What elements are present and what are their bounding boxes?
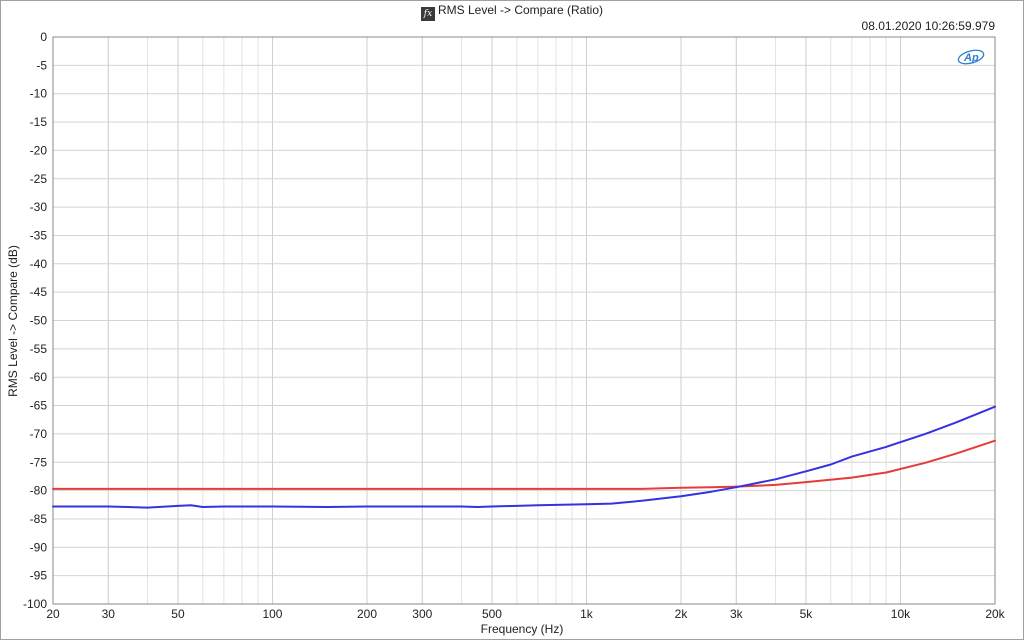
x-tick-label: 200 bbox=[357, 607, 377, 621]
y-axis-label: RMS Level -> Compare (dB) bbox=[6, 245, 20, 397]
x-axis-label: Frequency (Hz) bbox=[480, 622, 564, 636]
series-line-2 bbox=[52, 405, 996, 509]
x-tick-label: 100 bbox=[262, 607, 282, 621]
y-tick-label: -80 bbox=[30, 484, 48, 498]
y-tick-label: -50 bbox=[30, 314, 48, 328]
series-line-1 bbox=[52, 439, 996, 490]
y-tick-label: -85 bbox=[30, 512, 48, 526]
x-tick-label: 50 bbox=[171, 607, 185, 621]
y-tick-label: -40 bbox=[30, 257, 48, 271]
y-tick-label: -90 bbox=[30, 540, 48, 554]
x-tick-label: 20 bbox=[46, 607, 60, 621]
chart-plot: 0 -5 -10 -15 -20 -25 -30 -35 -40 -45 -50 -55 -60 -65 -… bbox=[23, 30, 1006, 621]
y-tick-label: -100 bbox=[23, 597, 47, 611]
y-tick-label: -15 bbox=[30, 115, 48, 129]
y-tick-label: -60 bbox=[30, 370, 48, 384]
x-tick-label: 1k bbox=[580, 607, 594, 621]
x-tick-label: 3k bbox=[730, 607, 744, 621]
y-tick-label: -20 bbox=[30, 143, 48, 157]
x-tick-label: 2k bbox=[675, 607, 689, 621]
x-tick-label: 500 bbox=[482, 607, 502, 621]
y-tick-label: -55 bbox=[30, 342, 48, 356]
y-tick-label: -95 bbox=[30, 569, 48, 583]
y-tick-label: -65 bbox=[30, 399, 48, 413]
y-tick-label: -10 bbox=[30, 87, 48, 101]
y-tick-label: -35 bbox=[30, 228, 48, 242]
y-tick-label: -75 bbox=[30, 455, 48, 469]
x-tick-label: 5k bbox=[800, 607, 814, 621]
y-tick-label: -45 bbox=[30, 285, 48, 299]
x-tick-label: 10k bbox=[891, 607, 911, 621]
x-tick-label: 20k bbox=[985, 607, 1005, 621]
y-tick-label: -30 bbox=[30, 200, 48, 214]
x-tick-label: 300 bbox=[412, 607, 432, 621]
y-tick-label: 0 bbox=[40, 30, 47, 44]
y-tick-label: -5 bbox=[36, 58, 47, 72]
y-tick-label: -70 bbox=[30, 427, 48, 441]
y-tick-label: -25 bbox=[30, 172, 48, 186]
x-tick-label: 30 bbox=[102, 607, 116, 621]
